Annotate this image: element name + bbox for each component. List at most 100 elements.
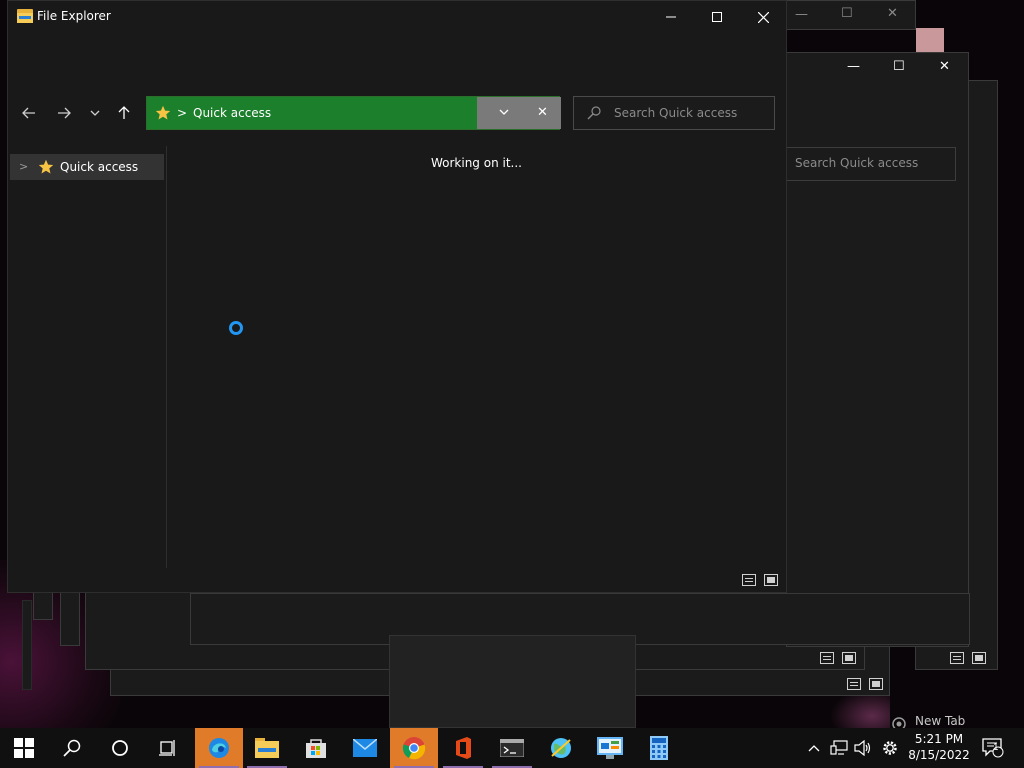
volume-button[interactable]: [852, 728, 874, 768]
maximize-icon[interactable]: ☐: [841, 6, 853, 21]
taskbar-app-calculator[interactable]: [635, 728, 683, 768]
clock-time: 5:21 PM: [914, 732, 964, 746]
forward-button[interactable]: [50, 96, 78, 130]
large-icons-view-icon: [972, 652, 986, 664]
network-button[interactable]: [827, 728, 851, 768]
terminal-icon: [500, 739, 524, 757]
folder-icon: [255, 738, 279, 758]
chevron-up-icon: [808, 745, 820, 752]
taskbar-app-mail[interactable]: [341, 728, 389, 768]
task-view-button[interactable]: [144, 728, 192, 768]
background-search-input[interactable]: Search Quick access: [786, 147, 956, 181]
taskbar-app-edge[interactable]: [195, 728, 243, 768]
back-button[interactable]: [15, 96, 43, 130]
minimize-icon[interactable]: —: [795, 7, 808, 22]
close-icon: [757, 11, 769, 23]
network-icon: [830, 740, 848, 755]
file-explorer-window[interactable]: File Explorer > Quick access ✕ Search Qu…: [7, 0, 787, 593]
maximize-icon: [712, 12, 722, 22]
up-button[interactable]: [110, 96, 138, 130]
close-icon[interactable]: ✕: [537, 105, 548, 120]
globe-icon: [551, 738, 571, 758]
arrow-right-icon: [58, 107, 71, 119]
minimize-button[interactable]: [648, 1, 694, 33]
show-hidden-icons-button[interactable]: [804, 728, 824, 768]
loading-status: Working on it...: [430, 156, 522, 170]
background-window[interactable]: [60, 590, 80, 646]
start-button[interactable]: [0, 728, 48, 768]
address-bar[interactable]: > Quick access ✕: [146, 96, 561, 130]
expand-chevron-icon[interactable]: >: [19, 160, 28, 173]
arrow-up-icon: [118, 106, 130, 119]
maximize-icon[interactable]: ☐: [893, 59, 905, 74]
search-box[interactable]: Search Quick access: [573, 96, 775, 130]
minimize-icon[interactable]: —: [847, 59, 860, 74]
search-icon: [587, 106, 601, 120]
calculator-icon: [650, 736, 668, 760]
action-center-button[interactable]: 1: [978, 728, 1008, 768]
content-pane[interactable]: Working on it...: [167, 146, 786, 568]
large-icons-view-icon: [869, 678, 883, 690]
recent-locations-button[interactable]: [81, 96, 109, 130]
close-button[interactable]: [740, 1, 786, 33]
taskbar-app-file-explorer[interactable]: [243, 728, 291, 768]
background-window[interactable]: — ☐ ✕: [786, 52, 969, 647]
minimize-icon: [666, 16, 676, 18]
arrow-left-icon: [22, 107, 35, 119]
notification-count-badge: 1: [993, 743, 999, 753]
edge-icon: [209, 738, 229, 758]
close-icon[interactable]: ✕: [939, 59, 950, 74]
large-icons-view-icon[interactable]: [764, 574, 778, 586]
maximize-button[interactable]: [694, 1, 740, 33]
close-icon[interactable]: ✕: [887, 6, 898, 21]
background-window[interactable]: [22, 600, 32, 690]
cortana-circle-icon: [112, 740, 128, 756]
gear-icon: [883, 741, 897, 755]
settings-button[interactable]: [878, 728, 902, 768]
taskbar: 5:21 PM 8/15/2022 1: [0, 728, 1024, 768]
taskbar-app-terminal[interactable]: [488, 728, 536, 768]
office-icon: [456, 737, 471, 759]
taskbar-app-maps[interactable]: [537, 728, 585, 768]
cortana-button[interactable]: [96, 728, 144, 768]
search-input[interactable]: Search Quick access: [614, 106, 737, 120]
search-icon: [63, 739, 81, 757]
taskbar-app-office[interactable]: [439, 728, 487, 768]
speaker-icon: [854, 740, 871, 756]
navigation-pane: > Quick access: [8, 146, 167, 568]
details-view-icon: [950, 652, 964, 664]
breadcrumb-separator[interactable]: >: [177, 106, 187, 120]
address-path[interactable]: Quick access: [193, 106, 271, 120]
taskbar-app-chrome[interactable]: [390, 728, 438, 768]
background-window[interactable]: — ☐ ✕: [786, 0, 916, 30]
taskbar-preview-panel[interactable]: [389, 635, 636, 728]
taskbar-search-button[interactable]: [48, 728, 96, 768]
chevron-down-icon[interactable]: [499, 106, 509, 118]
large-icons-view-icon: [842, 652, 856, 664]
window-title: File Explorer: [37, 9, 111, 23]
chrome-icon: [402, 737, 426, 760]
nav-item-quick-access[interactable]: > Quick access: [10, 154, 164, 180]
clock-date: 8/15/2022: [908, 748, 970, 762]
taskbar-clock[interactable]: 5:21 PM 8/15/2022: [908, 731, 970, 763]
store-icon: [306, 739, 326, 758]
status-bar: [8, 568, 786, 592]
details-view-icon[interactable]: [742, 574, 756, 586]
taskbar-preview-title[interactable]: New Tab: [915, 714, 965, 728]
task-view-icon: [159, 740, 175, 756]
star-icon: [38, 159, 54, 174]
nav-item-label: Quick access: [60, 160, 139, 174]
address-actions: ✕: [477, 97, 561, 129]
details-view-icon: [847, 678, 861, 690]
taskbar-app-store[interactable]: [292, 728, 340, 768]
mail-icon: [353, 739, 377, 757]
folder-icon: [17, 9, 33, 23]
desktop-wallpaper-patch: [916, 28, 944, 52]
background-window[interactable]: [33, 590, 53, 620]
taskbar-app-control-panel[interactable]: [586, 728, 634, 768]
control-panel-icon: [597, 737, 623, 759]
chevron-down-icon: [90, 110, 100, 116]
loading-spinner-icon: [229, 321, 243, 335]
title-bar[interactable]: File Explorer: [8, 1, 786, 33]
star-icon: [155, 105, 171, 120]
